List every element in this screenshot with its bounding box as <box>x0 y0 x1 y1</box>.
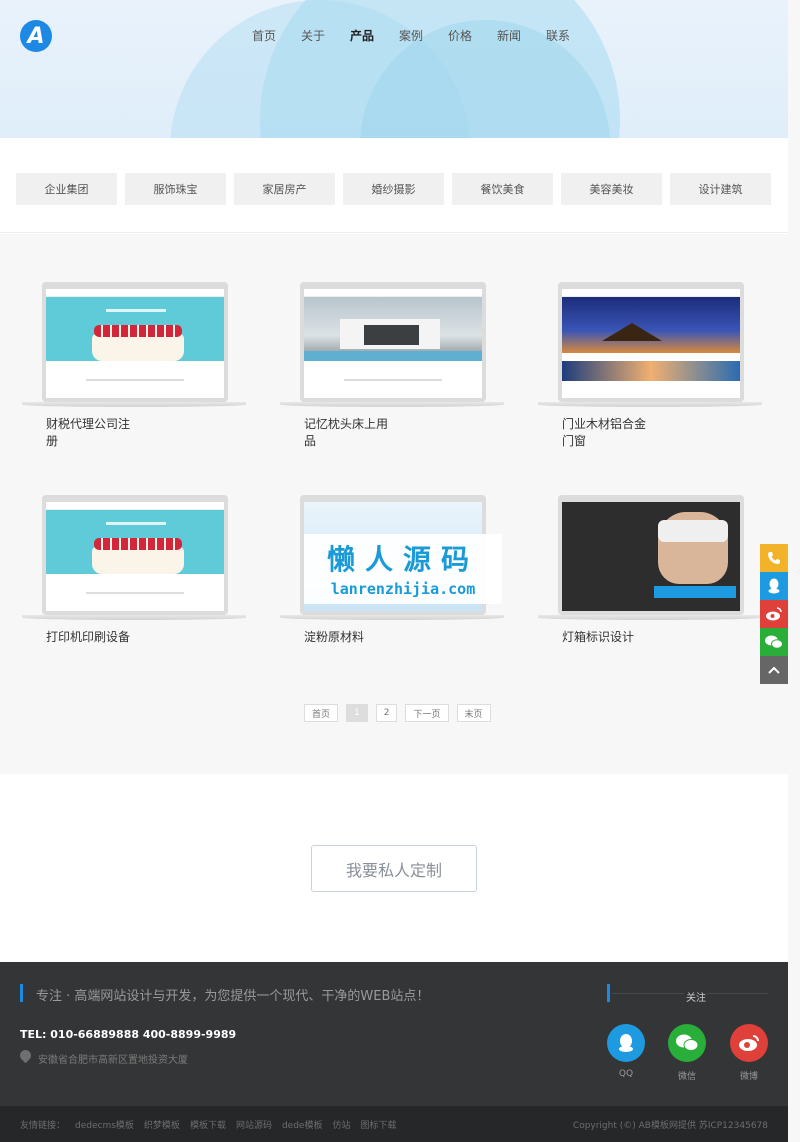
copyright: Copyright (©) AB模板网提供 苏ICP12345678 <box>572 1121 768 1131</box>
page-number[interactable]: 2 <box>375 704 398 722</box>
friend-link[interactable]: 织梦模板 <box>144 1118 180 1131</box>
nav-cases[interactable]: 案例 <box>399 27 448 44</box>
friend-link[interactable]: dede模板 <box>282 1118 323 1131</box>
custom-order-button[interactable]: 我要私人定制 <box>311 845 477 892</box>
location-pin-icon <box>17 1047 34 1064</box>
friend-links-label: 友情链接： <box>20 1121 66 1131</box>
laptop-thumbnail[interactable] <box>558 282 744 402</box>
pagination: 首页 1 2 下一页 末页 <box>304 704 491 722</box>
laptop-base <box>280 402 504 407</box>
product-title[interactable]: 打印机印刷设备 <box>46 629 166 646</box>
friend-link[interactable]: 图标下载 <box>361 1118 397 1131</box>
category-tab[interactable]: 餐饮美食 <box>452 173 553 205</box>
wechat-icon[interactable] <box>668 1024 706 1062</box>
social-label: 微博 <box>739 1072 758 1082</box>
laptop-base <box>280 615 504 620</box>
category-tab[interactable]: 美容美妆 <box>561 173 662 205</box>
page-first-button[interactable]: 首页 <box>304 704 339 722</box>
laptop-thumbnail[interactable] <box>42 282 228 402</box>
nav-news[interactable]: 新闻 <box>497 27 546 44</box>
laptop-base <box>22 615 246 620</box>
watermark-url: lanrenzhijia.com <box>330 580 476 598</box>
nav-pricing[interactable]: 价格 <box>448 27 497 44</box>
category-tab[interactable]: 家居房产 <box>234 173 335 205</box>
laptop-base <box>538 615 762 620</box>
back-to-top-icon[interactable] <box>760 656 788 684</box>
weibo-icon[interactable] <box>760 600 788 628</box>
social-wechat[interactable]: 微信 <box>668 1024 706 1082</box>
laptop-thumbnail[interactable] <box>42 495 228 615</box>
logo[interactable]: A <box>20 20 52 52</box>
custom-section: 我要私人定制 <box>0 774 788 962</box>
follow-accent <box>607 984 610 1002</box>
friend-link[interactable]: 模板下载 <box>190 1118 226 1131</box>
product-title[interactable]: 门业木材铝合金门窗 <box>562 416 652 450</box>
thumbnail-screen <box>304 289 482 398</box>
page-next-button[interactable]: 下一页 <box>405 704 449 722</box>
social-label: 微信 <box>677 1072 696 1082</box>
category-tab[interactable]: 婚纱摄影 <box>343 173 444 205</box>
product-title[interactable]: 灯箱标识设计 <box>562 629 682 646</box>
laptop-thumbnail[interactable] <box>558 495 744 615</box>
page-scrollbar-track <box>788 0 800 1142</box>
laptop-thumbnail[interactable] <box>300 282 486 402</box>
category-bar: 企业集团 服饰珠宝 家居房产 婚纱摄影 餐饮美食 美容美妆 设计建筑 <box>0 138 788 233</box>
category-tab[interactable]: 企业集团 <box>16 173 117 205</box>
watermark-text: 懒人源码 <box>326 543 479 576</box>
laptop-base <box>22 402 246 407</box>
thumbnail-screen <box>562 502 740 611</box>
wechat-icon[interactable] <box>760 628 788 656</box>
watermark: 懒人源码 lanrenzhijia.com <box>304 534 502 604</box>
product-title[interactable]: 财税代理公司注册 <box>46 416 136 450</box>
category-tab[interactable]: 设计建筑 <box>670 173 771 205</box>
follow-heading: 关注 <box>684 989 708 1004</box>
social-label: QQ <box>618 1069 634 1079</box>
phone-icon[interactable] <box>760 544 788 572</box>
footer-bottom-bar: 友情链接： dedecms模板 织梦模板 模板下载 网站源码 dede模板 仿站… <box>0 1106 788 1142</box>
footer-tel: TEL: 010-66889888 400-8899-9989 <box>20 1028 237 1041</box>
product-title[interactable]: 记忆枕头床上用品 <box>304 416 394 450</box>
category-tab[interactable]: 服饰珠宝 <box>125 173 226 205</box>
product-grid: 财税代理公司注册 记忆枕头床上用品 门业木材铝合金门窗 打印机印刷设备 淀粉原材… <box>0 234 788 774</box>
header: A 首页 关于 产品 案例 价格 新闻 联系 <box>0 0 788 138</box>
nav-contact[interactable]: 联系 <box>546 27 595 44</box>
qq-icon[interactable] <box>760 572 788 600</box>
friend-link[interactable]: 网站源码 <box>236 1118 272 1131</box>
nav-home[interactable]: 首页 <box>252 27 301 44</box>
friend-links: 友情链接： dedecms模板 织梦模板 模板下载 网站源码 dede模板 仿站… <box>20 1118 397 1131</box>
thumbnail-screen <box>562 289 740 398</box>
page-number-current[interactable]: 1 <box>346 704 368 722</box>
main-nav: 首页 关于 产品 案例 价格 新闻 联系 <box>252 27 595 44</box>
laptop-base <box>538 402 762 407</box>
social-weibo[interactable]: 微博 <box>730 1024 768 1082</box>
qq-icon[interactable] <box>607 1024 645 1062</box>
footer-address: 安徽省合肥市高新区置地投资大厦 <box>38 1055 188 1066</box>
friend-link[interactable]: 仿站 <box>332 1118 350 1131</box>
footer: 专注 · 高端网站设计与开发，为您提供一个现代、干净的WEB站点！ TEL: 0… <box>0 962 788 1106</box>
footer-slogan: 专注 · 高端网站设计与开发，为您提供一个现代、干净的WEB站点！ <box>36 989 430 1004</box>
nav-products[interactable]: 产品 <box>350 27 399 44</box>
thumbnail-screen <box>46 502 224 611</box>
thumbnail-screen <box>46 289 224 398</box>
slogan-accent <box>20 984 23 1002</box>
social-qq[interactable]: QQ <box>607 1024 645 1079</box>
friend-link[interactable]: dedecms模板 <box>75 1118 134 1131</box>
weibo-icon[interactable] <box>730 1024 768 1062</box>
page-last-button[interactable]: 末页 <box>456 704 491 722</box>
nav-about[interactable]: 关于 <box>301 27 350 44</box>
product-title[interactable]: 淀粉原材料 <box>304 629 424 646</box>
